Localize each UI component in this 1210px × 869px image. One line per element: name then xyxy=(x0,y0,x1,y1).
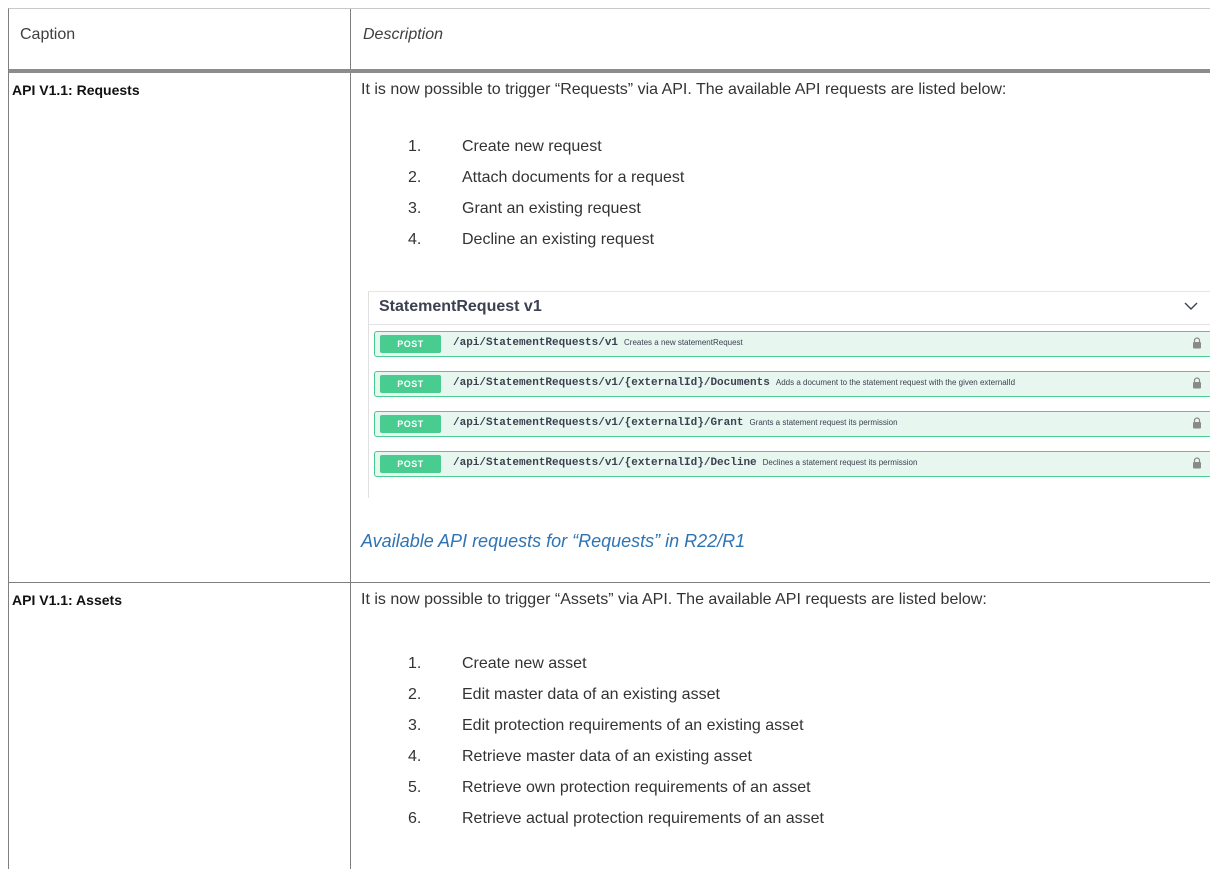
operation-path: /api/StatementRequests/v1/{externalId}/G… xyxy=(453,417,898,429)
list-text: Retrieve own protection requirements of … xyxy=(462,779,811,796)
list-text: Edit protection requirements of an exist… xyxy=(462,717,804,734)
caption-cell: API V1.1: Requests xyxy=(9,73,349,582)
lock-icon[interactable] xyxy=(1192,417,1202,429)
method-badge: POST xyxy=(380,455,441,473)
caption-cell: API V1.1: Assets xyxy=(9,583,349,869)
method-badge: POST xyxy=(380,335,441,353)
header-caption: Caption xyxy=(20,26,76,43)
operation-path-text: /api/StatementRequests/v1/{externalId}/G… xyxy=(453,417,744,429)
list-number: 3. xyxy=(408,200,422,217)
api-operation-post[interactable]: POST /api/StatementRequests/v1/{external… xyxy=(374,411,1210,437)
lock-icon[interactable] xyxy=(1192,377,1202,389)
operation-description: Grants a statement request its permissio… xyxy=(749,418,898,427)
list-text: Grant an existing request xyxy=(462,200,641,217)
operation-path: /api/StatementRequests/v1/{externalId}/D… xyxy=(453,457,917,469)
operation-description: Creates a new statementRequest xyxy=(624,338,743,347)
table-row: API V1.1: Requests It is now possible to… xyxy=(9,73,1210,583)
list-text: Edit master data of an existing asset xyxy=(462,686,720,703)
method-badge: POST xyxy=(380,415,441,433)
swagger-section-title: StatementRequest v1 xyxy=(379,298,542,315)
api-operation-post[interactable]: POST /api/StatementRequests/v1/{external… xyxy=(374,451,1210,477)
table-header-row: Caption Description xyxy=(9,9,1210,73)
description-cell: It is now possible to trigger “Assets” v… xyxy=(350,583,1210,869)
api-operation-post[interactable]: POST /api/StatementRequests/v1/{external… xyxy=(374,371,1210,397)
operation-path-text: /api/StatementRequests/v1/{externalId}/D… xyxy=(453,377,770,389)
operation-description: Declines a statement request its permiss… xyxy=(762,458,918,467)
list-number: 2. xyxy=(408,169,422,186)
swagger-section-header[interactable]: StatementRequest v1 xyxy=(369,292,1210,325)
list-text: Retrieve actual protection requirements … xyxy=(462,810,824,827)
chevron-down-icon[interactable] xyxy=(1183,300,1199,312)
list-number: 5. xyxy=(408,779,422,796)
row-title: API V1.1: Assets xyxy=(12,592,122,608)
list-text: Decline an existing request xyxy=(462,231,655,248)
list-number: 1. xyxy=(408,138,422,155)
api-operation-post[interactable]: POST /api/StatementRequests/v1 Creates a … xyxy=(374,331,1210,357)
swagger-panel: StatementRequest v1 POST /api/StatementR… xyxy=(368,291,1210,498)
operation-path: /api/StatementRequests/v1/{externalId}/D… xyxy=(453,377,1015,389)
list-number: 4. xyxy=(408,231,422,248)
operation-path-text: /api/StatementRequests/v1 xyxy=(453,337,619,349)
table-row: API V1.1: Assets It is now possible to t… xyxy=(9,583,1210,869)
list-text: Retrieve master data of an existing asse… xyxy=(462,748,752,765)
method-badge: POST xyxy=(380,375,441,393)
lock-icon[interactable] xyxy=(1192,337,1202,349)
list-number: 4. xyxy=(408,748,422,765)
lock-icon[interactable] xyxy=(1192,457,1202,469)
row-title: API V1.1: Requests xyxy=(12,82,140,98)
row-intro-text: It is now possible to trigger “Requests”… xyxy=(361,81,1007,98)
operation-path: /api/StatementRequests/v1 Creates a new s… xyxy=(453,337,743,349)
row-intro-text: It is now possible to trigger “Assets” v… xyxy=(361,591,987,608)
list-number: 6. xyxy=(408,810,422,827)
list-text: Create new asset xyxy=(462,655,587,672)
header-caption-cell: Caption xyxy=(9,9,349,69)
figure-caption: Available API requests for “Requests” in… xyxy=(361,531,746,551)
list-text: Attach documents for a request xyxy=(462,169,685,186)
list-text: Create new request xyxy=(462,138,602,155)
operation-path-text: /api/StatementRequests/v1/{externalId}/D… xyxy=(453,457,757,469)
list-number: 2. xyxy=(408,686,422,703)
list-number: 1. xyxy=(408,655,422,672)
header-description-cell: Description xyxy=(350,9,1210,69)
operation-description: Adds a document to the statement request… xyxy=(775,378,1016,387)
description-cell: It is now possible to trigger “Requests”… xyxy=(350,73,1210,582)
list-number: 3. xyxy=(408,717,422,734)
header-description: Description xyxy=(363,26,444,43)
release-notes-table: Caption Description API V1.1: Requests I… xyxy=(8,8,1210,869)
